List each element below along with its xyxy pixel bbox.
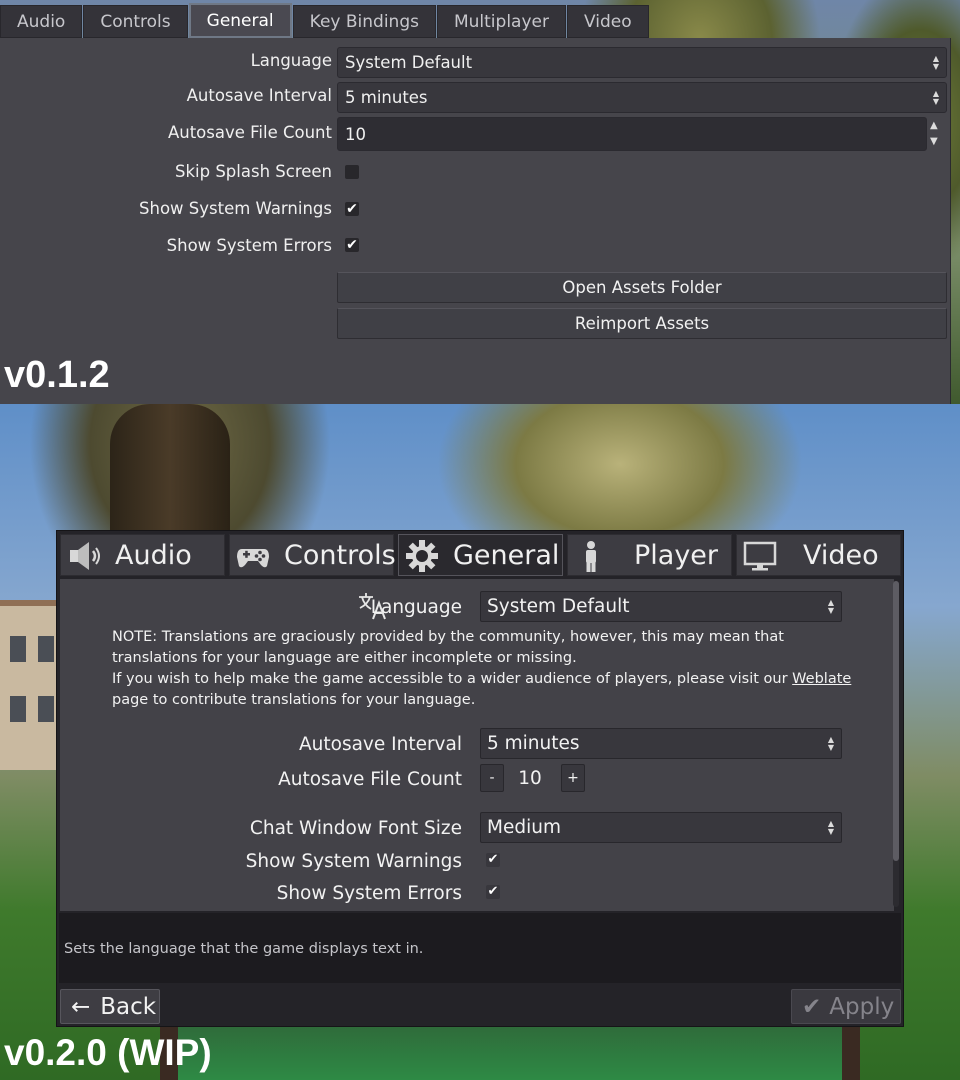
speaker-icon bbox=[70, 542, 100, 570]
new-autosave-file-count-label: Autosave File Count bbox=[278, 769, 462, 790]
new-autosave-file-count-value[interactable]: 10 bbox=[505, 768, 555, 789]
new-version-label: v0.2.0 (WIP) bbox=[4, 1032, 212, 1073]
old-autosave-interval-value: 5 minutes bbox=[345, 88, 428, 107]
new-tab-player[interactable]: Player bbox=[567, 534, 732, 576]
weblate-link[interactable]: Weblate bbox=[792, 671, 851, 687]
translation-note-line1: NOTE: Translations are graciously provid… bbox=[112, 629, 784, 666]
reimport-assets-button[interactable]: Reimport Assets bbox=[337, 308, 947, 339]
old-skip-splash-checkbox[interactable] bbox=[345, 165, 359, 179]
chat-font-size-select[interactable]: Medium ▲ ▼ bbox=[480, 812, 842, 843]
translation-note-line2: If you wish to help make the game access… bbox=[112, 671, 852, 708]
old-show-errors-label: Show System Errors bbox=[166, 236, 332, 255]
spin-arrows-icon[interactable]: ▲ ▼ bbox=[930, 120, 942, 148]
old-autosave-file-count-value: 10 bbox=[345, 124, 366, 144]
gear-icon bbox=[406, 540, 438, 572]
new-tab-general[interactable]: General bbox=[398, 534, 563, 576]
new-language-select[interactable]: System Default ▲ ▼ bbox=[480, 591, 842, 622]
updown-arrows-icon: ▲ ▼ bbox=[932, 88, 940, 106]
new-show-errors-label: Show System Errors bbox=[276, 883, 462, 904]
decrement-button[interactable]: - bbox=[480, 764, 504, 792]
old-autosave-file-count-label: Autosave File Count bbox=[167, 123, 332, 142]
old-language-label: Language bbox=[250, 51, 332, 70]
old-language-value: System Default bbox=[345, 53, 473, 72]
chat-font-size-value: Medium bbox=[487, 817, 561, 838]
old-tab-bar: Audio Controls General Key Bindings Mult… bbox=[0, 3, 650, 38]
old-skip-splash-label: Skip Splash Screen bbox=[175, 162, 332, 181]
background-building bbox=[0, 600, 58, 770]
new-language-value: System Default bbox=[487, 596, 630, 617]
monitor-icon bbox=[743, 541, 777, 571]
old-autosave-interval-label: Autosave Interval bbox=[186, 86, 332, 105]
help-description-box: Sets the language that the game displays… bbox=[59, 913, 901, 983]
old-autosave-interval-select[interactable]: 5 minutes ▲ ▼ bbox=[337, 82, 947, 113]
checkmark-icon: ✔ bbox=[802, 993, 822, 1020]
translation-note: NOTE: Translations are graciously provid… bbox=[112, 627, 852, 711]
new-tab-audio-label: Audio bbox=[115, 540, 192, 571]
person-icon bbox=[586, 541, 596, 572]
apply-button[interactable]: ✔ Apply bbox=[791, 989, 901, 1024]
new-tab-audio[interactable]: Audio bbox=[60, 534, 225, 576]
new-tab-general-label: General bbox=[453, 540, 560, 571]
new-tab-controls-label: Controls bbox=[284, 540, 396, 571]
new-tab-player-label: Player bbox=[634, 540, 719, 571]
old-show-warnings-checkbox[interactable]: ✔ bbox=[345, 202, 359, 216]
updown-arrows-icon: ▲ ▼ bbox=[827, 734, 835, 752]
old-tab-key-bindings[interactable]: Key Bindings bbox=[292, 5, 436, 38]
new-language-label: Language bbox=[370, 597, 462, 618]
new-show-errors-checkbox[interactable]: ✔ bbox=[486, 885, 500, 899]
old-version-label: v0.1.2 bbox=[4, 354, 110, 396]
old-show-warnings-label: Show System Warnings bbox=[139, 199, 332, 218]
old-language-select[interactable]: System Default ▲ ▼ bbox=[337, 47, 947, 78]
new-show-warnings-checkbox[interactable]: ✔ bbox=[486, 853, 500, 867]
old-tab-controls[interactable]: Controls bbox=[83, 5, 188, 38]
old-show-errors-checkbox[interactable]: ✔ bbox=[345, 238, 359, 252]
old-tab-video[interactable]: Video bbox=[566, 5, 649, 38]
new-autosave-interval-value: 5 minutes bbox=[487, 733, 580, 754]
open-assets-folder-button[interactable]: Open Assets Folder bbox=[337, 272, 947, 303]
gamepad-icon bbox=[237, 549, 269, 568]
old-tab-audio[interactable]: Audio bbox=[0, 5, 83, 38]
old-tab-multiplayer[interactable]: Multiplayer bbox=[436, 5, 566, 38]
green-floor bbox=[160, 1026, 860, 1080]
help-description-text: Sets the language that the game displays… bbox=[64, 941, 424, 957]
old-tab-general[interactable]: General bbox=[188, 3, 292, 38]
scrollbar[interactable] bbox=[893, 581, 899, 907]
increment-button[interactable]: + bbox=[561, 764, 585, 792]
scrollbar-thumb[interactable] bbox=[893, 581, 899, 861]
new-tab-bar: Audio Controls General Player Video bbox=[60, 534, 901, 576]
old-general-panel: Language System Default ▲ ▼ Autosave Int… bbox=[0, 38, 951, 404]
back-button[interactable]: ← Back bbox=[60, 989, 160, 1024]
new-tab-video[interactable]: Video bbox=[736, 534, 901, 576]
new-settings-window: Audio Controls General Player Video Lang… bbox=[56, 530, 904, 1027]
updown-arrows-icon: ▲ ▼ bbox=[932, 53, 940, 71]
arrow-left-icon: ← bbox=[71, 993, 91, 1020]
updown-arrows-icon: ▲ ▼ bbox=[827, 597, 835, 615]
apply-button-label: Apply bbox=[829, 993, 895, 1020]
chat-font-size-label: Chat Window Font Size bbox=[249, 818, 462, 839]
new-autosave-interval-label: Autosave Interval bbox=[299, 734, 462, 755]
old-autosave-file-count-input[interactable]: 10 bbox=[337, 117, 927, 151]
back-button-label: Back bbox=[100, 993, 157, 1020]
new-autosave-interval-select[interactable]: 5 minutes ▲ ▼ bbox=[480, 728, 842, 759]
new-tab-video-label: Video bbox=[803, 540, 879, 571]
new-tab-controls[interactable]: Controls bbox=[229, 534, 396, 576]
new-show-warnings-label: Show System Warnings bbox=[245, 851, 462, 872]
new-general-panel: Language System Default ▲ ▼ NOTE: Transl… bbox=[60, 579, 894, 911]
updown-arrows-icon: ▲ ▼ bbox=[827, 818, 835, 836]
